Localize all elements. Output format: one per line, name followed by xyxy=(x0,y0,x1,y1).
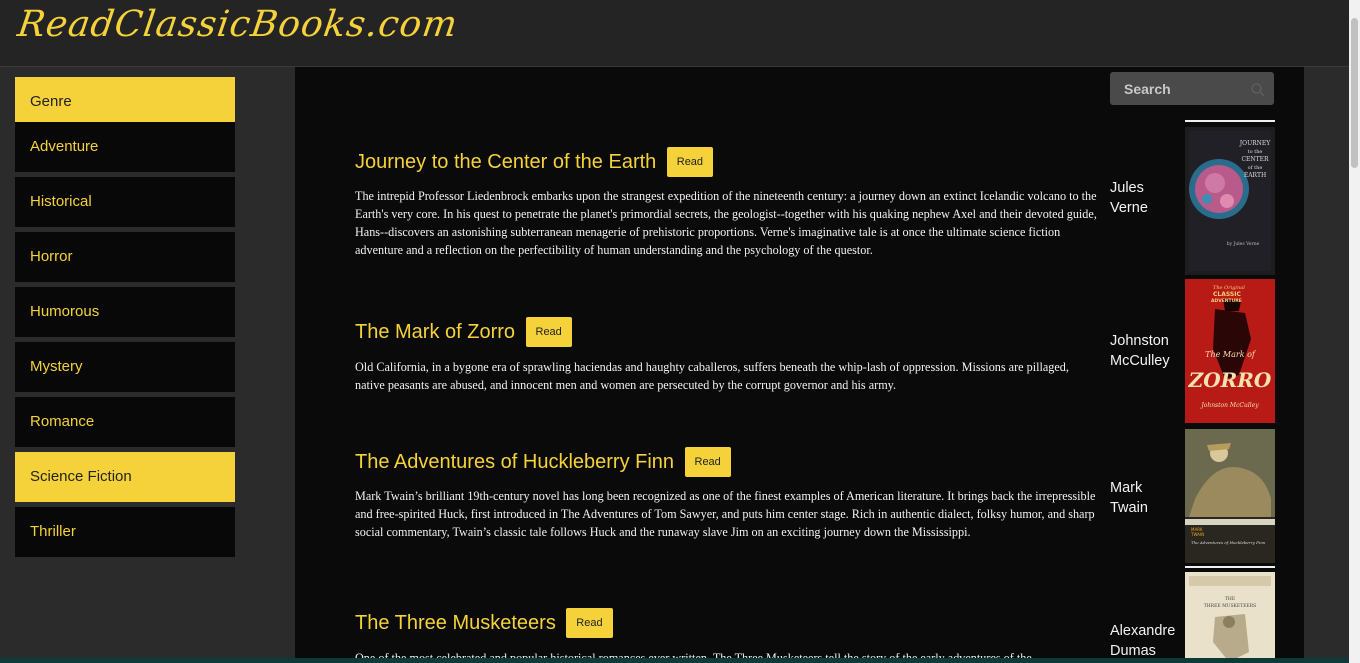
author-first-name: Johnston xyxy=(1110,333,1169,349)
cover-byline: by Jules Verne xyxy=(1227,241,1260,247)
book-title[interactable]: The Adventures of Huckleberry Finn xyxy=(355,451,674,474)
book-title-row: The Three Musketeers Read xyxy=(355,608,613,640)
sidebar-item-historical[interactable]: Historical xyxy=(15,177,235,227)
sidebar-item-humorous[interactable]: Humorous xyxy=(15,287,235,337)
sidebar-item-mystery[interactable]: Mystery xyxy=(15,342,235,392)
book-description: The intrepid Professor Liedenbrock embar… xyxy=(355,189,1097,257)
book-list: Journey to the Center of the Earth Read … xyxy=(295,67,1304,663)
author-first-name: Jules xyxy=(1110,180,1144,196)
cover-title: THREE MUSKETEERS xyxy=(1204,603,1257,609)
site-logo[interactable]: ReadClassicBooks.com xyxy=(15,4,460,45)
book-author: Jules Verne xyxy=(1110,178,1180,218)
cover-byline: Johnston McCulley xyxy=(1199,402,1259,409)
cover-the-three-musketeers[interactable]: THE THREE MUSKETEERS xyxy=(1185,572,1275,663)
book-title[interactable]: The Mark of Zorro xyxy=(355,321,515,344)
book-author: Mark Twain xyxy=(1110,478,1180,518)
cover-title: THE xyxy=(1225,596,1235,602)
cover-title: The Adventures of Huckleberry Finn xyxy=(1191,540,1266,545)
book-description: Mark Twain’s brilliant 19th-century nove… xyxy=(355,489,1096,539)
book-title[interactable]: The Three Musketeers xyxy=(355,612,556,635)
sidebar-item-adventure[interactable]: Adventure xyxy=(15,122,235,172)
book-author: Johnston McCulley xyxy=(1110,331,1180,371)
cover-divider xyxy=(1185,120,1275,122)
sidebar-item-genre[interactable]: Genre xyxy=(15,77,235,127)
book-title[interactable]: Journey to the Center of the Earth xyxy=(355,151,656,174)
author-first-name: Mark xyxy=(1110,480,1143,496)
cover-journey-to-the-center-of-the-earth[interactable]: JOURNEY to the CENTER of the EARTH by Ju… xyxy=(1185,127,1275,275)
author-last-name: Twain xyxy=(1110,500,1148,516)
cover-title: JOURNEY xyxy=(1239,140,1272,147)
site-header: ReadClassicBooks.com xyxy=(0,0,1349,67)
author-last-name: McCulley xyxy=(1110,353,1170,369)
cover-title: to the xyxy=(1248,149,1263,155)
book-description: Old California, in a bygone era of spraw… xyxy=(355,360,1069,392)
cover-author: TWAIN xyxy=(1190,532,1204,537)
author-last-name: Verne xyxy=(1110,200,1148,216)
cover-the-mark-of-zorro[interactable]: The Original CLASSIC ADVENTURE The Mark … xyxy=(1185,279,1275,423)
cover-title: EARTH xyxy=(1244,172,1266,179)
book-title-row: Journey to the Center of the Earth Read xyxy=(355,147,714,179)
sidebar-item-science-fiction[interactable]: Science Fiction xyxy=(15,452,235,502)
book-author: Alexandre Dumas xyxy=(1110,621,1180,661)
sidebar-item-thriller[interactable]: Thriller xyxy=(15,507,235,557)
author-first-name: Alexandre xyxy=(1110,623,1176,639)
cover-title: ZORRO xyxy=(1188,368,1272,392)
read-button[interactable]: Read xyxy=(684,447,731,477)
search-input[interactable] xyxy=(1110,72,1240,105)
search-box[interactable] xyxy=(1110,72,1274,105)
cover-the-adventures-of-huckleberry-finn[interactable]: MARK TWAIN The Adventures of Huckleberry… xyxy=(1185,429,1275,563)
cover-tagline: ADVENTURE xyxy=(1211,298,1242,304)
cover-title: of the xyxy=(1248,165,1263,171)
sidebar-item-romance[interactable]: Romance xyxy=(15,397,235,447)
book-title-row: The Mark of Zorro Read xyxy=(355,317,572,349)
cover-title: The Mark of xyxy=(1205,350,1257,359)
page-scrollbar[interactable] xyxy=(1349,0,1360,663)
read-button[interactable]: Read xyxy=(525,317,572,347)
bottom-edge xyxy=(0,658,1349,663)
search-icon[interactable] xyxy=(1250,82,1266,98)
sidebar-item-horror[interactable]: Horror xyxy=(15,232,235,282)
cover-divider xyxy=(1185,566,1275,568)
read-button[interactable]: Read xyxy=(566,608,613,638)
cover-title: CENTER xyxy=(1241,156,1269,163)
cover-tagline: CLASSIC xyxy=(1213,291,1241,298)
scrollbar-thumb[interactable] xyxy=(1351,18,1358,168)
book-title-row: The Adventures of Huckleberry Finn Read xyxy=(355,447,731,479)
read-button[interactable]: Read xyxy=(666,147,714,177)
